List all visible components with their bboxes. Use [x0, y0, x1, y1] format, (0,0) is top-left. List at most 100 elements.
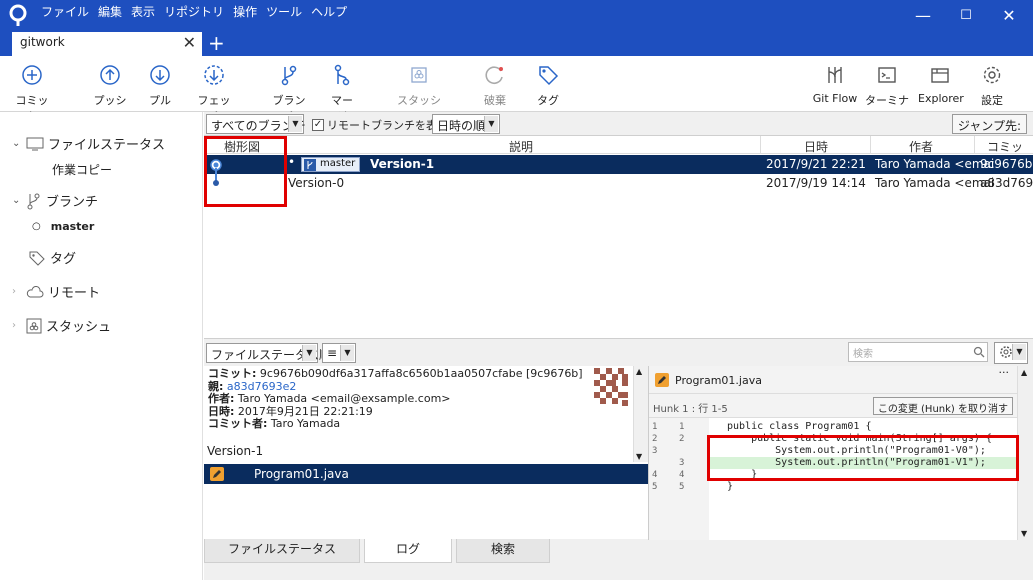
avatar — [594, 368, 628, 408]
column-author[interactable]: 作者 — [909, 138, 933, 155]
sidebar-item-tags[interactable]: タグ — [28, 248, 76, 267]
tab-search[interactable]: 検索 — [456, 539, 550, 563]
menu-actions[interactable]: 操作 — [230, 3, 263, 20]
menu-repository[interactable]: リポジトリ — [161, 3, 230, 20]
diff-options-select[interactable]: ▼ — [994, 342, 1028, 364]
diff-footer — [648, 540, 1033, 580]
settings-button[interactable]: 設定 — [978, 64, 1006, 108]
git-flow-icon — [828, 67, 842, 83]
chevron-down-icon[interactable]: ⌄ — [12, 138, 26, 149]
commit-detail: コミット: 9c9676b090df6a317affa8c6560b1aa050… — [204, 366, 648, 462]
file-list-item[interactable]: Program01.java — [204, 464, 648, 484]
commit-row[interactable]: Version-0 2017/9/19 14:14 Taro Yamada <e… — [204, 168, 1033, 193]
list-icon: ≡ — [327, 346, 338, 360]
branch-icon — [281, 65, 297, 86]
menu-edit[interactable]: 編集 — [95, 3, 128, 20]
modified-file-icon — [210, 467, 224, 481]
diff-line: } — [727, 481, 734, 492]
bullet-icon: • — [288, 155, 296, 169]
filter-bar: すべてのブランチ ▼ ✓ リモートブランチを表示 日時の順 ▼ ジャンプ先: — [204, 112, 1033, 136]
close-icon[interactable]: ✕ — [183, 33, 196, 52]
sidebar-item-working-copy[interactable]: 作業コピー — [52, 161, 112, 178]
explorer-button[interactable]: Explorer — [918, 64, 964, 105]
tab-file-status[interactable]: ファイルステータス — [204, 539, 360, 563]
stash-icon — [26, 318, 42, 333]
column-date[interactable]: 日時 — [804, 138, 828, 155]
more-options-icon[interactable]: ··· — [999, 366, 1010, 379]
push-icon — [100, 65, 120, 85]
parent-link[interactable]: a83d7693e2 — [227, 380, 296, 393]
sidebar-item-file-status[interactable]: ⌄ ファイルステータス — [12, 134, 165, 153]
menu-tools[interactable]: ツール — [263, 3, 308, 20]
menu-file[interactable]: ファイル — [38, 3, 95, 20]
tag-icon — [29, 251, 45, 266]
show-remote-checkbox[interactable]: ✓ リモートブランチを表示 — [312, 117, 448, 133]
sidebar-item-branches[interactable]: ⌄ ブランチ — [12, 191, 98, 210]
search-icon[interactable] — [973, 346, 985, 358]
terminal-icon — [878, 67, 896, 83]
fetch-icon — [204, 65, 224, 85]
diff-annotation-box — [707, 435, 1019, 481]
branch-label-master[interactable]: master — [301, 157, 361, 172]
jump-to-button[interactable]: ジャンプ先: — [951, 114, 1027, 134]
chevron-right-icon[interactable]: › — [12, 320, 26, 331]
column-description[interactable]: 説明 — [509, 138, 533, 155]
commit-list: • master Version-1 2017/9/21 22:21 Taro … — [204, 154, 1033, 337]
pull-button[interactable]: プル — [146, 64, 174, 108]
cloud-icon — [26, 285, 44, 297]
add-tab-icon[interactable]: + — [208, 32, 225, 54]
chevron-down-icon: ▼ — [288, 116, 302, 132]
sidebar-item-master[interactable]: ○ master — [32, 220, 94, 233]
discard-hunk-button[interactable]: この変更 (Hunk) を取り消す — [872, 397, 1013, 415]
git-flow-button[interactable]: Git Flow — [812, 64, 858, 105]
view-mode-select[interactable]: ≡ ▼ — [322, 343, 356, 363]
minimize-button[interactable]: — — [903, 4, 943, 28]
tab-label: gitwork — [20, 35, 65, 49]
diff-search-bar: 検索 ▼ — [648, 338, 1033, 366]
tag-icon — [539, 66, 559, 86]
search-input[interactable]: 検索 — [848, 342, 988, 362]
menu-view[interactable]: 表示 — [128, 3, 161, 20]
diff-scrollbar[interactable]: ▲ ▼ — [1017, 366, 1033, 540]
chevron-down-icon: ▼ — [484, 116, 498, 132]
explorer-icon — [931, 68, 949, 83]
detail-scrollbar[interactable]: ▲ ▼ — [633, 366, 648, 462]
chevron-right-icon[interactable]: › — [12, 286, 26, 297]
diff-line: public class Program01 { — [727, 421, 872, 432]
tab-log[interactable]: ログ — [364, 539, 452, 563]
checkmark-icon: ✓ — [312, 119, 324, 131]
graph-annotation-box — [204, 136, 287, 207]
hunk-header: Hunk 1 : 行 1-5 この変更 (Hunk) を取り消す — [649, 394, 1017, 418]
scroll-up-icon[interactable]: ▲ — [1021, 368, 1027, 377]
chevron-down-icon: ▼ — [340, 345, 354, 361]
scroll-down-icon[interactable]: ▼ — [636, 452, 642, 461]
title-bar: ファイル 編集 表示 リポジトリ 操作 ツール ヘルプ — ☐ ✕ — [0, 0, 1033, 32]
commit-row[interactable]: • master Version-1 2017/9/21 22:21 Taro … — [204, 155, 1033, 174]
tab-gitwork[interactable]: gitwork ✕ — [12, 32, 202, 56]
file-pane-toolbar: ファイルステータス順 ▼ ≡ ▼ — [204, 338, 648, 366]
scroll-down-icon[interactable]: ▼ — [1021, 529, 1027, 538]
gear-icon — [983, 66, 1001, 84]
maximize-button[interactable]: ☐ — [946, 4, 986, 28]
modified-file-icon — [655, 373, 669, 387]
branch-filter-select[interactable]: すべてのブランチ ▼ — [206, 114, 306, 134]
commit-list-header: 樹形図 説明 日時 作者 コミット — [204, 136, 1033, 171]
sidebar-item-remotes[interactable]: › リモート — [12, 282, 100, 301]
close-window-button[interactable]: ✕ — [989, 4, 1029, 28]
sourcetree-logo-icon — [9, 4, 27, 26]
toolbar: コミット プッシュ プル フェッチ ブランチ マージ スタッシュ 破棄 タグ G… — [0, 56, 1033, 123]
menu-help[interactable]: ヘルプ — [308, 3, 353, 20]
tag-button[interactable]: タグ — [536, 64, 560, 108]
file-sort-select[interactable]: ファイルステータス順 ▼ — [206, 343, 331, 363]
tab-strip: gitwork ✕ + — [0, 32, 1033, 56]
pull-icon — [150, 65, 170, 85]
sidebar-item-stashes[interactable]: › スタッシュ — [12, 316, 111, 335]
gear-icon — [1000, 346, 1012, 358]
commit-message: Version-1 — [207, 444, 264, 458]
chevron-down-icon[interactable]: ⌄ — [12, 195, 26, 206]
diff-file-header: Program01.java ··· — [649, 366, 1017, 394]
commit-icon — [22, 65, 42, 85]
sidebar: ⌄ ファイルステータス 作業コピー ⌄ ブランチ ○ master タグ › リ… — [0, 112, 203, 580]
sort-order-select[interactable]: 日時の順 ▼ — [432, 114, 500, 134]
discard-button[interactable]: 破棄 — [480, 64, 510, 108]
